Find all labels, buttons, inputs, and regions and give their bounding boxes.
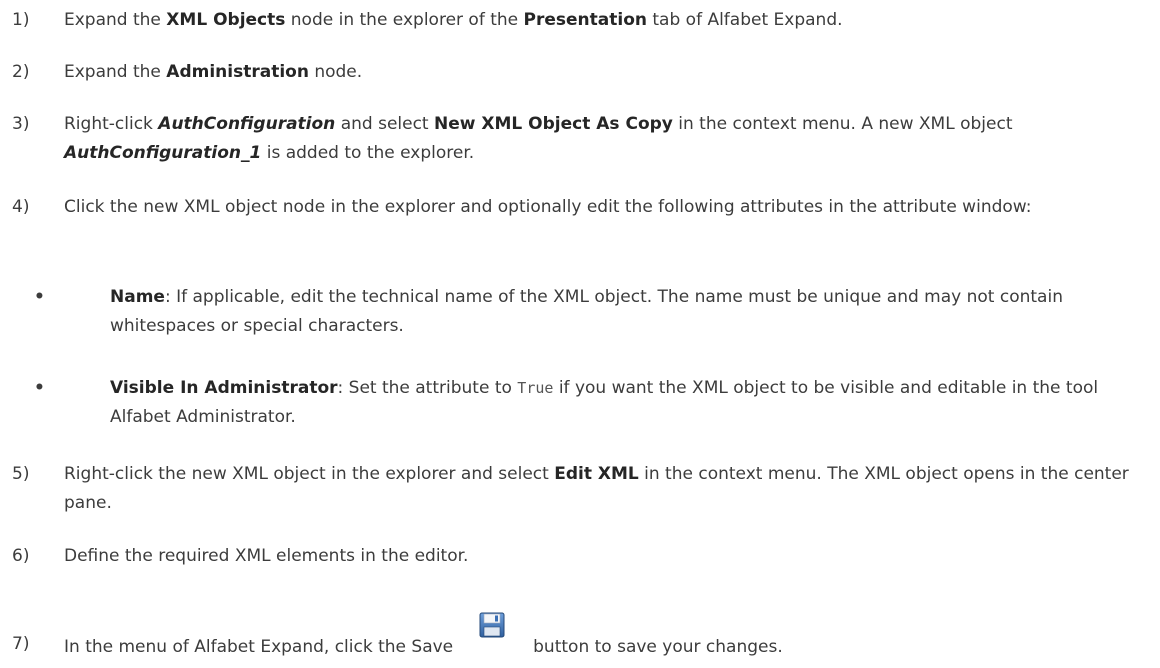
ui-term: Presentation [523,10,647,30]
step-number: 5) [12,464,30,484]
step-number: 2) [12,62,30,82]
step-text: Expand the Administration node. [64,62,363,82]
step-text: Right-click AuthConfiguration and select… [64,114,1013,163]
step-5: 5) Right-click the new XML object in the… [0,460,1146,518]
step-text: Click the new XML object node in the exp… [64,197,1032,217]
ui-term: New XML Object As Copy [434,114,673,134]
step-6: 6) Define the required XML elements in t… [0,542,1146,571]
bullet-text: Name: If applicable, edit the technical … [110,287,1063,336]
save-floppy-icon [479,612,505,638]
ui-term: Administration [166,62,309,82]
step-4: 4) Click the new XML object node in the … [0,193,1146,222]
attribute-label: Name [110,287,165,307]
object-name: AuthConfiguration [158,114,336,134]
step-text: Expand the XML Objects node in the explo… [64,10,843,30]
object-name: AuthConfiguration_1 [64,143,262,163]
bullet-dot: • [34,378,45,398]
step-2: 2) Expand the Administration node. [0,58,1146,87]
step-3: 3) Right-click AuthConfiguration and sel… [0,110,1146,168]
step-number: 7) [12,634,30,654]
step-number: 6) [12,546,30,566]
attribute-label: Visible In Administrator [110,378,338,398]
bullet-dot: • [34,287,45,307]
code-value: True [517,379,554,397]
bullet-name: • Name: If applicable, edit the technica… [0,283,1146,341]
bullet-text: Visible In Administrator: Set the attrib… [110,378,1099,427]
step-number: 3) [12,114,30,134]
step-text: Right-click the new XML object in the ex… [64,464,1129,513]
step-text: Define the required XML elements in the … [64,546,469,566]
step-number: 4) [12,197,30,217]
step-1: 1) Expand the XML Objects node in the ex… [0,6,1146,35]
step-number: 1) [12,10,30,30]
ui-term: XML Objects [166,10,286,30]
bullet-visible-in-administrator: • Visible In Administrator: Set the attr… [0,374,1146,432]
ui-term: Edit XML [554,464,639,484]
step-7: 7) In the menu of Alfabet Expand, click … [0,612,1146,662]
step-text: In the menu of Alfabet Expand, click the… [64,612,1146,662]
